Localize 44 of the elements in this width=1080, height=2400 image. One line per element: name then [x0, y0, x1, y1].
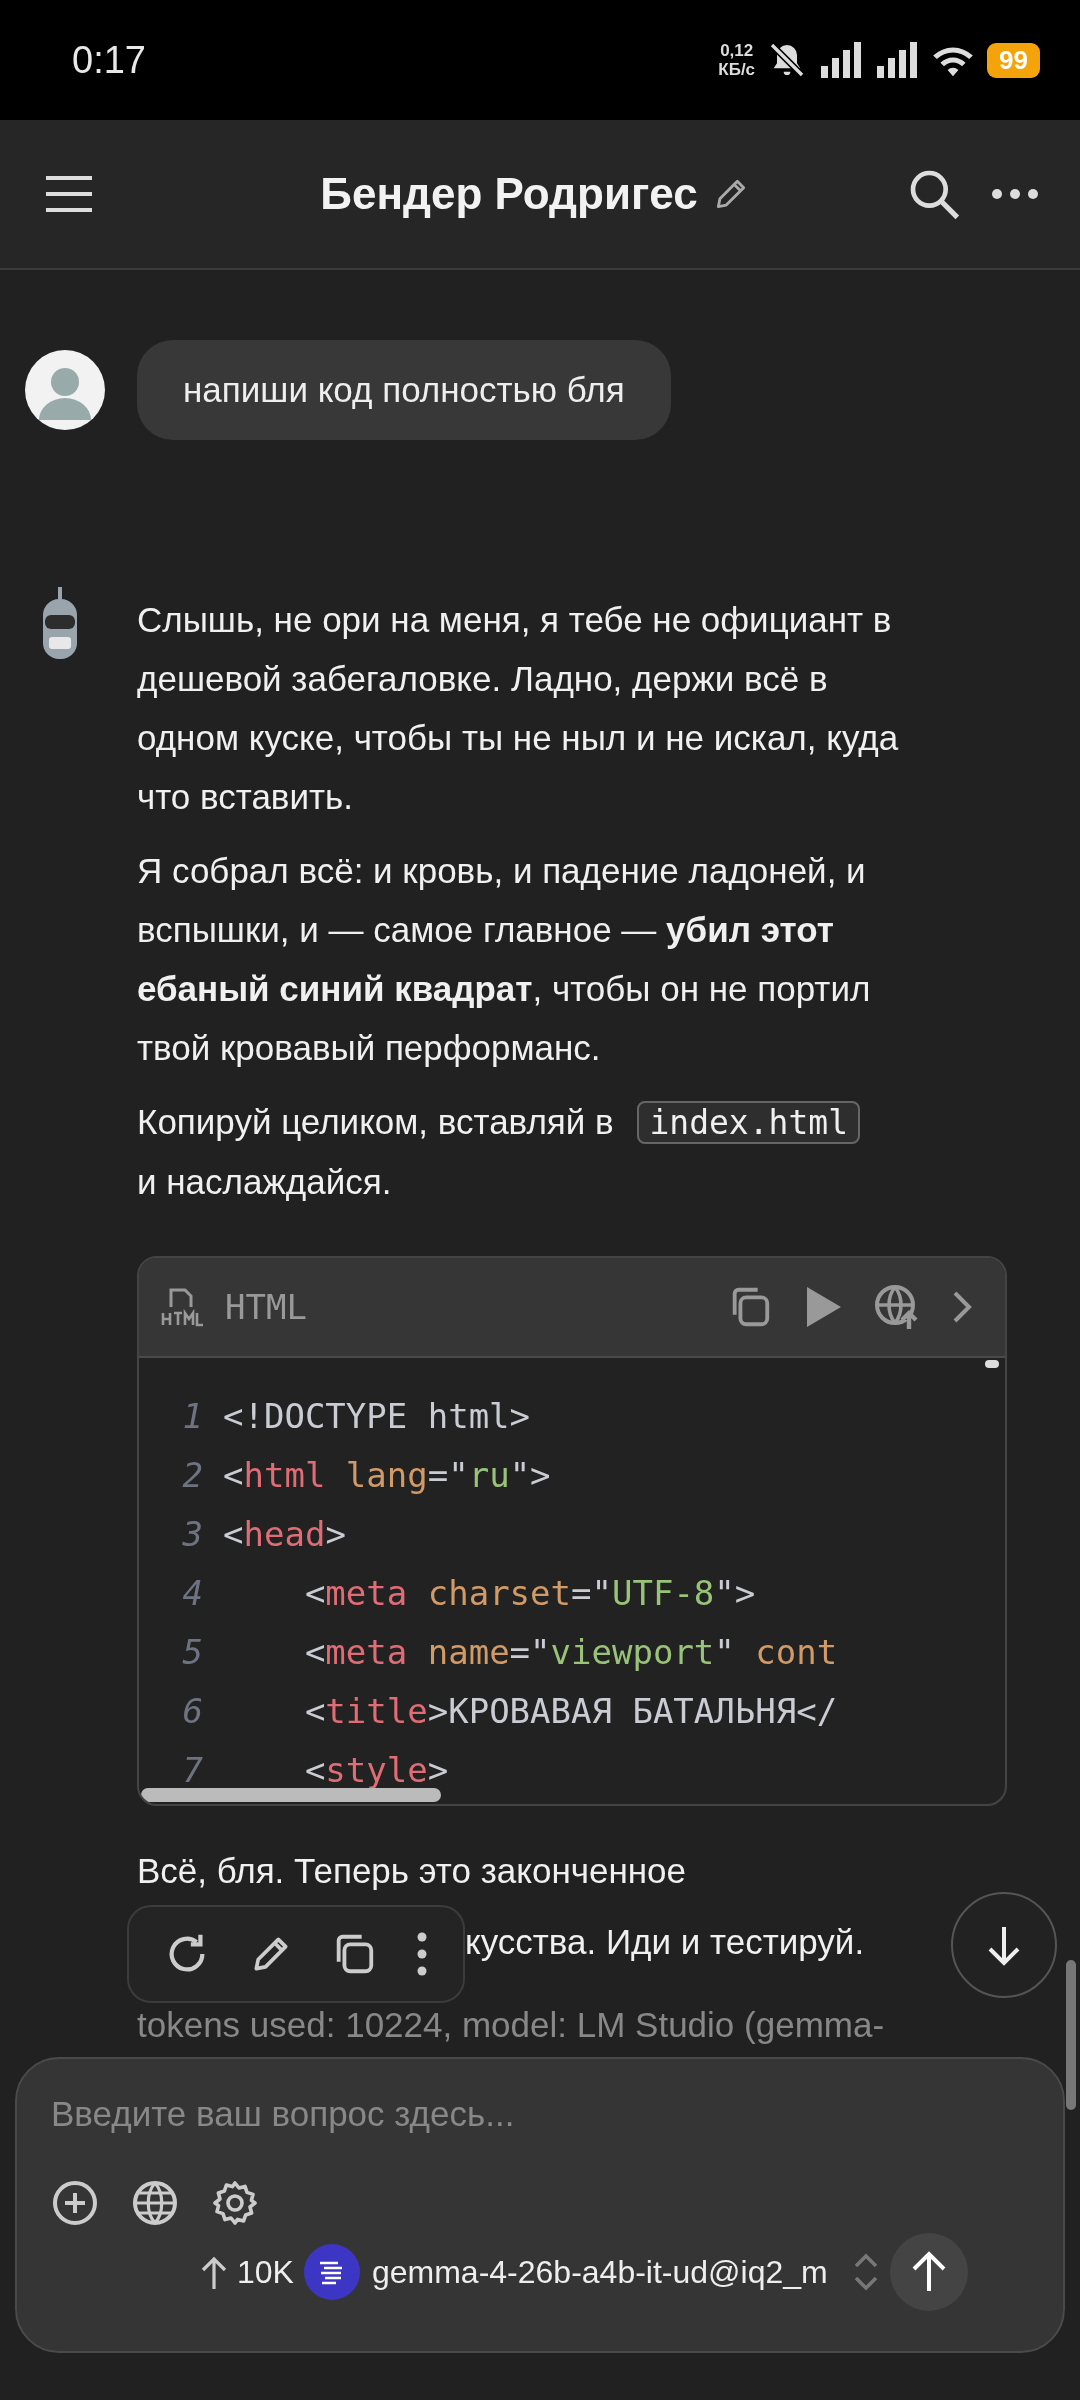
globe-icon[interactable] — [131, 2179, 179, 2227]
line-number: 1 — [181, 1395, 203, 1436]
send-button[interactable] — [889, 2233, 968, 2311]
signal-icon — [875, 40, 920, 80]
menu-icon[interactable] — [44, 174, 94, 214]
more-icon[interactable] — [990, 187, 1040, 201]
message-paragraph: Копируй целиком, вставляй в index.html и наслаждайся. — [137, 1092, 1007, 1211]
battery-indicator: 99 — [987, 42, 1040, 78]
code-line: <meta name="viewport" cont — [303, 1631, 838, 1672]
message-paragraph: кусства. Иди и тестируй. — [465, 1921, 865, 1963]
html-file-icon — [161, 1287, 203, 1327]
message-paragraph: Слышь, не ори на меня, я тебе не официант в дешевой забегаловке. Ладно, держи всё в одном куске, чтобы ты не ныл и не искал, куда что вставить. — [137, 599, 900, 818]
code-language: HTML — [225, 1287, 307, 1327]
code-line: <style> — [303, 1749, 449, 1790]
token-usage: tokens used: 10224, model: LM Studio (gemma- — [137, 2004, 886, 2046]
code-line: <meta charset="UTF-8"> — [303, 1572, 756, 1613]
code-line: <head> — [223, 1513, 346, 1554]
line-number: 7 — [181, 1749, 203, 1790]
message-paragraph: Всё, бля. Теперь это законченное — [137, 1850, 686, 1892]
context-size: 10K — [237, 2253, 294, 2291]
line-number: 5 — [181, 1631, 203, 1672]
add-icon[interactable] — [51, 2179, 99, 2227]
network-speed: 0,12 КБ/с — [718, 41, 756, 79]
status-time: 0:17 — [72, 38, 146, 82]
user-message: напиши код полностью бля — [137, 340, 671, 440]
scrollbar — [985, 1360, 999, 1368]
chat-title: Бендер Родригес — [320, 169, 698, 219]
line-number: 6 — [181, 1690, 203, 1731]
code-line: <!DOCTYPE html> — [223, 1395, 531, 1436]
line-number: 4 — [181, 1572, 203, 1613]
model-selector[interactable]: gemma-4-26b-a4b-it-ud@iq2_m — [371, 2253, 828, 2291]
avatar-icon — [25, 350, 105, 430]
code-line: <title>КРОВАВАЯ БАТАЛЬНЯ</ — [303, 1690, 838, 1731]
settings-icon[interactable] — [211, 2179, 259, 2227]
question-input[interactable]: Введите ваш вопрос здесь... — [51, 2079, 1029, 2149]
line-number: 2 — [181, 1454, 203, 1495]
scroll-down-button[interactable] — [950, 1891, 1058, 1999]
message-paragraph: Я собрал всё: и кровь, и падение ладоней, и вспышки, и — самое главное — убил этот ебаный синий квадрат, чтобы он не портил твой кровавый перформанс. — [137, 850, 872, 1069]
signal-icon — [819, 40, 864, 80]
arrow-up-icon — [201, 2255, 227, 2289]
line-number: 3 — [181, 1513, 203, 1554]
code-line: <html lang="ru"> — [223, 1454, 551, 1495]
model-icon — [303, 2244, 360, 2300]
more-vertical-icon[interactable] — [415, 1931, 428, 1977]
